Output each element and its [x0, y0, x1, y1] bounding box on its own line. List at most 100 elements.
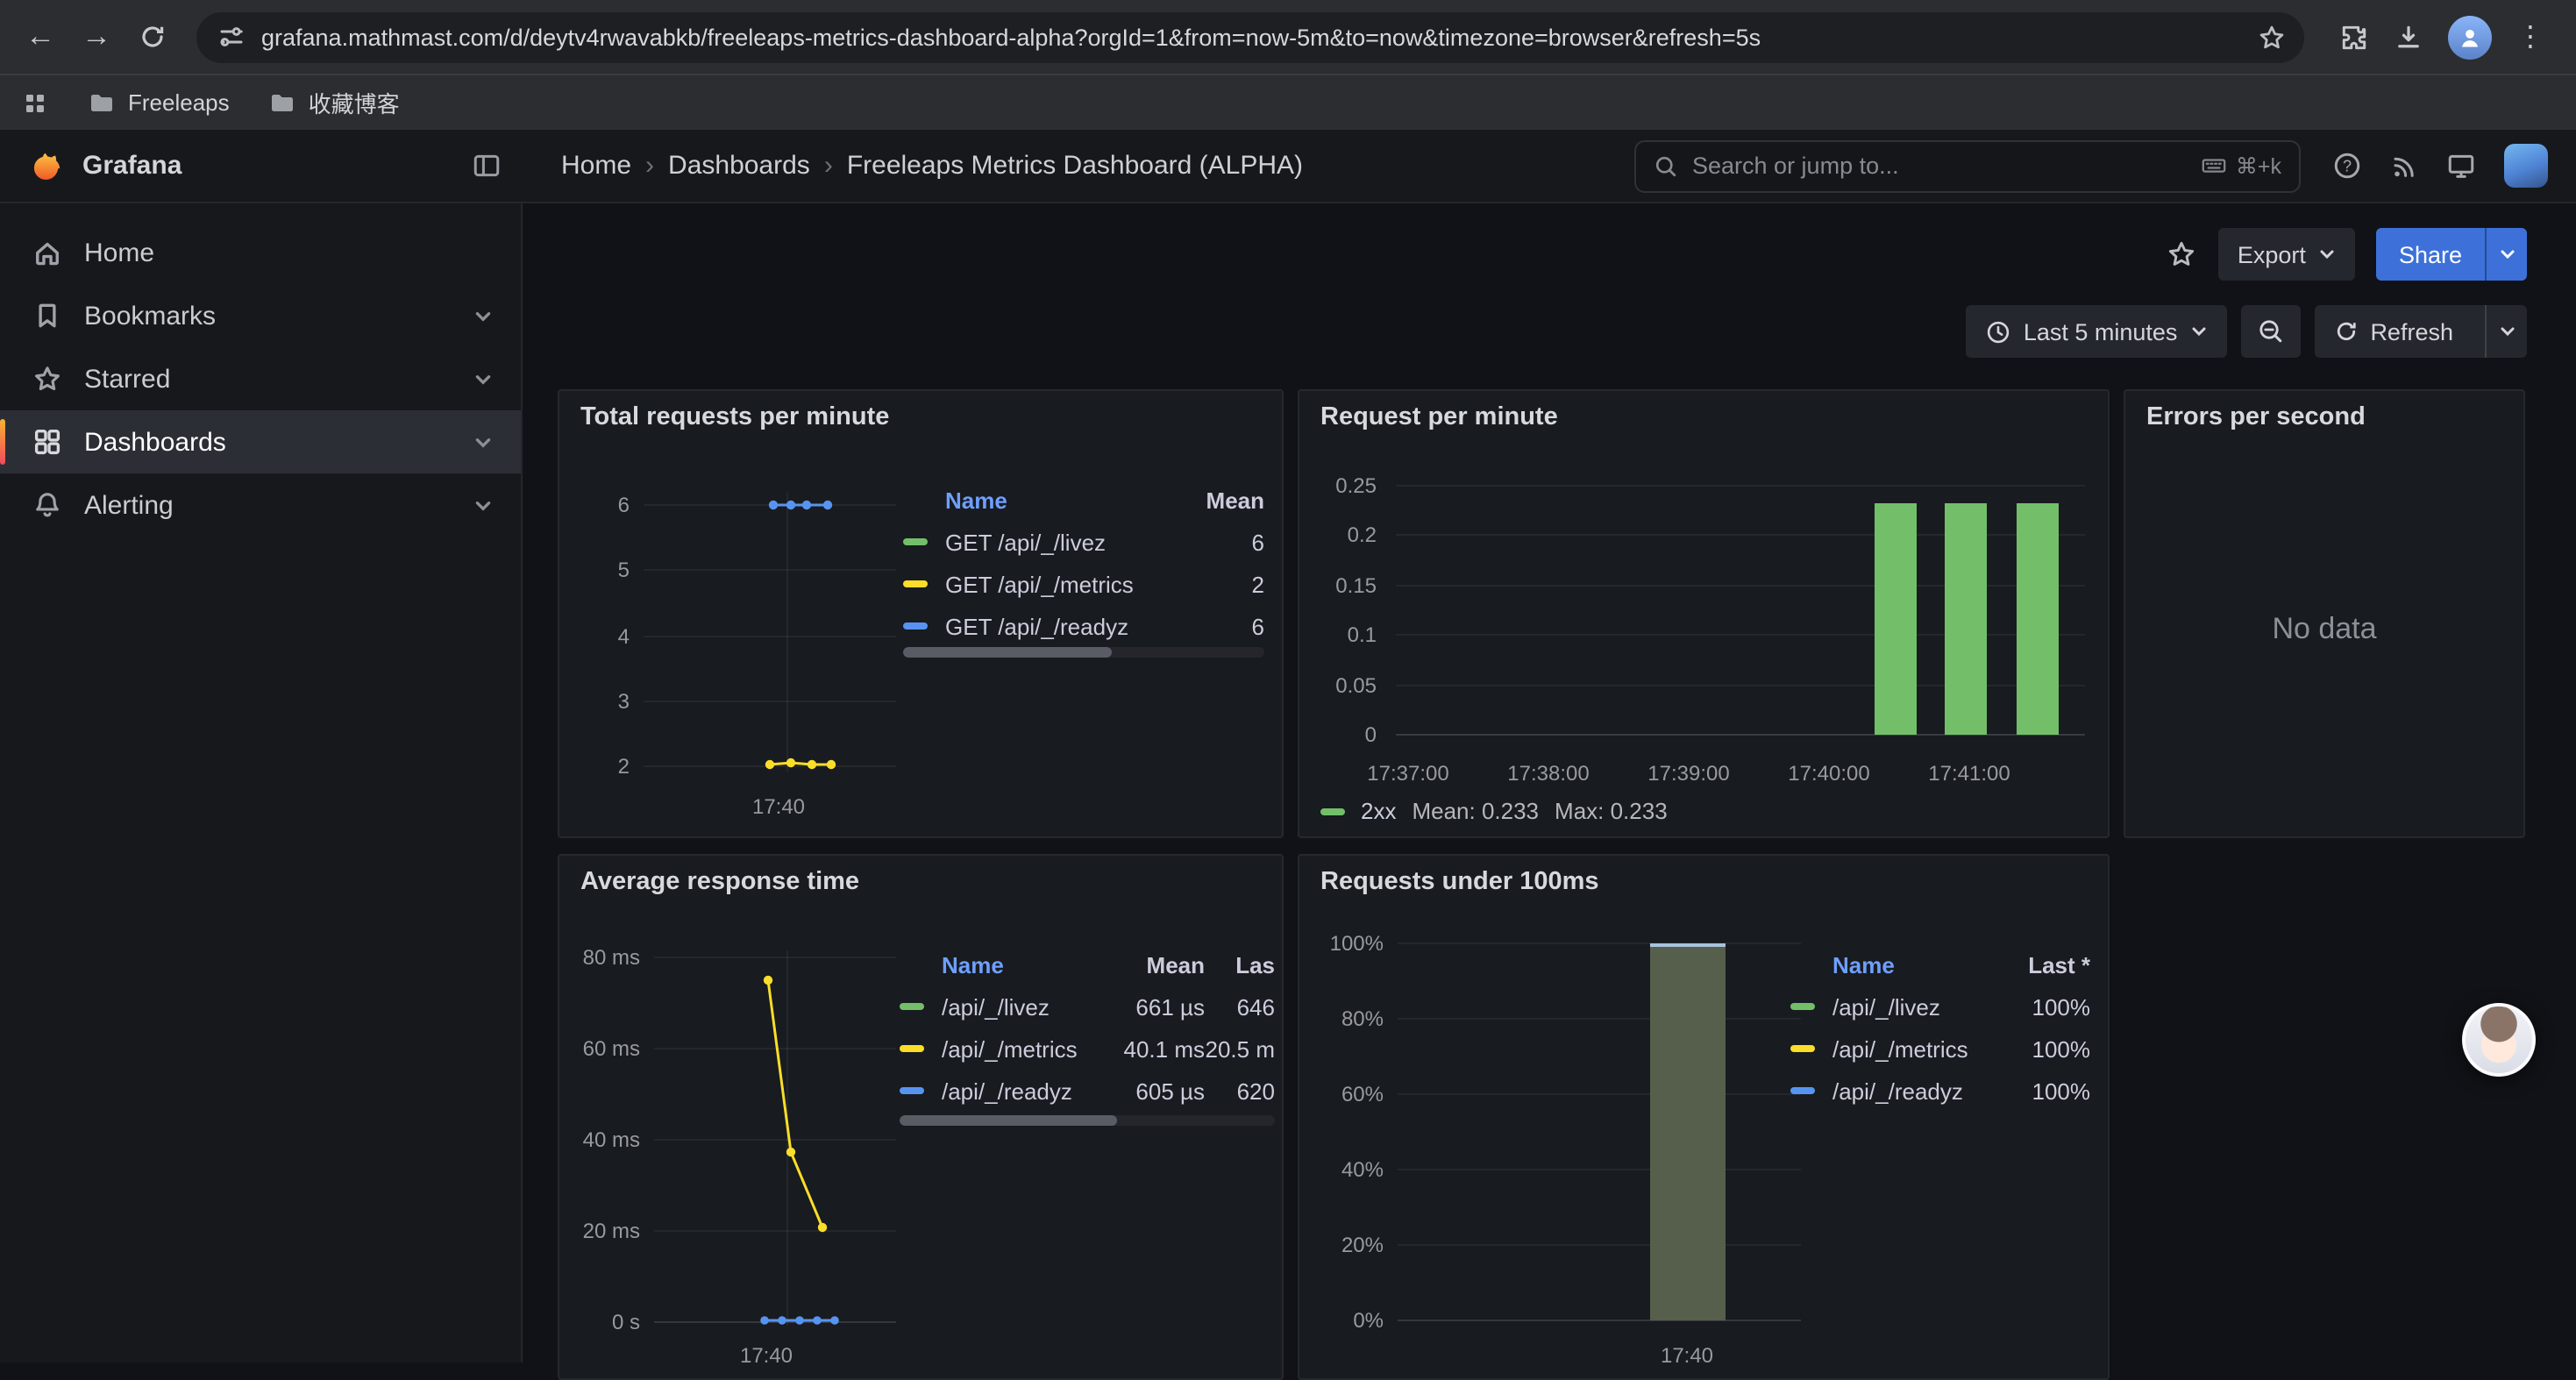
x-tick: 17:40: [726, 794, 831, 819]
chart-average-response-time: [654, 943, 900, 1340]
series-mean: 6: [1180, 529, 1264, 555]
legend-scrollbar[interactable]: [900, 1115, 1275, 1126]
series-name[interactable]: /api/_/readyz: [1832, 1078, 1989, 1104]
time-range-label: Last 5 minutes: [2024, 318, 2178, 345]
series-name[interactable]: /api/_/metrics: [1832, 1035, 1989, 1062]
assistant-avatar[interactable]: [2462, 1003, 2536, 1077]
legend-scrollbar[interactable]: [903, 647, 1264, 658]
sidebar-item-label: Alerting: [84, 490, 174, 520]
apps-grid-icon[interactable]: [21, 89, 49, 117]
bookmark-folder-blogs[interactable]: 收藏博客: [268, 86, 400, 119]
series-name[interactable]: GET /api/_/livez: [945, 529, 1180, 555]
series-name[interactable]: /api/_/livez: [942, 993, 1103, 1020]
breadcrumb-home[interactable]: Home: [561, 151, 631, 181]
sidebar-item-alerting[interactable]: Alerting: [0, 473, 521, 537]
legend-scrollbar-thumb[interactable]: [900, 1115, 1117, 1126]
y-tick: 20 ms: [559, 1219, 640, 1243]
export-button[interactable]: Export: [2218, 228, 2355, 281]
legend-scrollbar-thumb[interactable]: [903, 647, 1113, 658]
reload-button[interactable]: [126, 11, 179, 63]
extensions-icon[interactable]: [2339, 22, 2369, 52]
bookmarks-icon: [32, 300, 63, 331]
sidebar-item-starred[interactable]: Starred: [0, 347, 521, 410]
panel-title[interactable]: Request per minute: [1320, 403, 1558, 431]
dock-sidebar-icon[interactable]: [472, 151, 502, 181]
series-name[interactable]: GET /api/_/readyz: [945, 613, 1180, 639]
browser-menu-icon[interactable]: ⋮: [2516, 19, 2544, 54]
series-name[interactable]: /api/_/metrics: [942, 1035, 1103, 1062]
help-icon[interactable]: ?: [2332, 151, 2362, 181]
time-range-picker[interactable]: Last 5 minutes: [1966, 305, 2227, 358]
sidebar-item-home[interactable]: Home: [0, 221, 521, 284]
refresh-interval-caret[interactable]: [2485, 305, 2527, 358]
y-tick: 4: [559, 624, 630, 649]
panel-request-per-minute: Request per minute 0.25 0.2 0.15 0.1 0.0…: [1298, 389, 2110, 838]
x-tick: 17:37:00: [1348, 761, 1468, 786]
legend-header-name[interactable]: Name: [1832, 951, 1989, 978]
panel-title[interactable]: Requests under 100ms: [1320, 868, 1599, 896]
site-settings-icon[interactable]: [217, 23, 246, 51]
browser-toolbar: ← → grafana.mathmast.com/d/deytv4rwavabk…: [0, 0, 2576, 74]
search-input[interactable]: [1692, 153, 2187, 179]
series-last: 100%: [1989, 1035, 2090, 1062]
chevron-down-icon[interactable]: [473, 495, 493, 515]
panel-title[interactable]: Errors per second: [2146, 403, 2366, 431]
legend-row: /api/_/readyz 605 µs 620: [900, 1070, 1275, 1112]
search-box[interactable]: ⌘+k: [1634, 139, 2301, 192]
monitor-icon[interactable]: [2446, 151, 2476, 181]
panel-average-response-time: Average response time 80 ms 60 ms 40 ms …: [558, 854, 1284, 1380]
rss-icon[interactable]: [2390, 152, 2418, 180]
share-menu-caret[interactable]: [2485, 228, 2527, 281]
series-swatch: [1320, 807, 1345, 814]
grafana-logo[interactable]: [25, 146, 65, 186]
chevron-down-icon[interactable]: [473, 369, 493, 388]
series-swatch: [903, 622, 928, 630]
shortcut-label: ⌘+k: [2236, 153, 2281, 179]
panel-title[interactable]: Average response time: [580, 868, 859, 896]
topbar-icons: ?: [2332, 144, 2548, 188]
series-name[interactable]: /api/_/readyz: [942, 1078, 1103, 1104]
legend-header-last[interactable]: Last *: [1989, 951, 2090, 978]
legend-header-name[interactable]: Name: [942, 951, 1103, 978]
series-name[interactable]: /api/_/livez: [1832, 993, 1989, 1020]
caret-down-icon: [2498, 245, 2516, 263]
y-tick: 80 ms: [559, 945, 640, 970]
caret-down-icon: [2318, 245, 2336, 263]
series-swatch: [903, 538, 928, 545]
legend-header-mean[interactable]: Mean: [1103, 951, 1205, 978]
favorite-star-icon[interactable]: [2166, 238, 2197, 270]
x-tick: 17:41:00: [1910, 761, 2029, 786]
refresh-button[interactable]: Refresh: [2314, 305, 2473, 358]
downloads-icon[interactable]: [2394, 22, 2423, 52]
sidebar-item-bookmarks[interactable]: Bookmarks: [0, 284, 521, 347]
series-mean: 661 µs: [1103, 993, 1205, 1020]
panel-title[interactable]: Total requests per minute: [580, 403, 889, 431]
profile-avatar[interactable]: [2448, 15, 2492, 59]
legend-header-name[interactable]: Name: [945, 487, 1180, 513]
forward-button[interactable]: →: [70, 11, 123, 63]
browser-action-icons: ⋮: [2322, 15, 2562, 59]
chevron-down-icon[interactable]: [473, 306, 493, 325]
time-controls: Last 5 minutes Refresh: [1966, 305, 2527, 358]
series-name[interactable]: 2xx: [1361, 798, 1396, 824]
zoom-out-icon: [2256, 317, 2284, 345]
sidebar-item-dashboards[interactable]: Dashboards: [0, 410, 521, 473]
legend-header-last[interactable]: Las: [1205, 951, 1275, 978]
bookmark-folder-freeleaps[interactable]: Freeleaps: [88, 89, 230, 117]
zoom-out-button[interactable]: [2240, 305, 2300, 358]
breadcrumb-dashboards[interactable]: Dashboards: [668, 151, 810, 181]
series-swatch: [1790, 1087, 1815, 1094]
breadcrumb-separator: ›: [645, 151, 654, 181]
series-name[interactable]: GET /api/_/metrics: [945, 571, 1180, 597]
search-shortcut: ⌘+k: [2201, 153, 2281, 179]
share-button[interactable]: Share: [2376, 228, 2527, 281]
legend-header-mean[interactable]: Mean: [1180, 487, 1264, 513]
y-tick: 0.2: [1299, 523, 1377, 547]
bookmark-star-icon[interactable]: [2257, 22, 2287, 52]
url-text: grafana.mathmast.com/d/deytv4rwavabkb/fr…: [261, 24, 2241, 50]
address-bar[interactable]: grafana.mathmast.com/d/deytv4rwavabkb/fr…: [196, 11, 2304, 62]
chevron-down-icon[interactable]: [473, 432, 493, 452]
y-tick: 0%: [1299, 1308, 1384, 1333]
grafana-avatar[interactable]: [2504, 144, 2548, 188]
back-button[interactable]: ←: [14, 11, 67, 63]
